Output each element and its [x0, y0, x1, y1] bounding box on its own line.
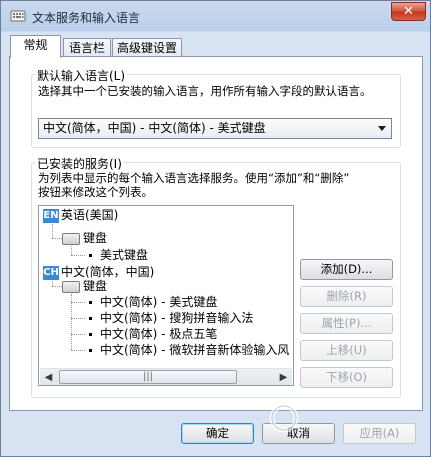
tree-language-label: 英语(美国): [61, 208, 119, 222]
bullet-icon: [89, 317, 92, 320]
tree-language-label: 中文(简体，中国): [61, 265, 155, 279]
ok-button[interactable]: 确定: [181, 423, 254, 444]
close-button[interactable]: ✕: [391, 2, 426, 21]
tree-service-label: 中文(简体) - 极点五笔: [100, 327, 218, 341]
tree-service-item[interactable]: 美式键盘: [89, 247, 148, 263]
tab-advanced-key-settings[interactable]: 高级键设置: [112, 38, 182, 58]
tree-keyboard-label: 键盘: [83, 279, 108, 293]
move-up-button[interactable]: 上移(U): [300, 340, 393, 361]
tab-language-bar[interactable]: 语言栏: [63, 38, 111, 58]
move-down-button[interactable]: 下移(O): [300, 367, 393, 388]
tree-language-english[interactable]: EN 英语(美国): [43, 207, 118, 223]
installed-services-label: 已安装的服务(I): [35, 155, 124, 172]
tree-service-item[interactable]: 中文(简体) - 极点五笔: [89, 326, 217, 342]
default-language-label: 默认输入语言(L): [35, 67, 128, 84]
tree-service-label: 中文(简体) - 微软拼音新体验输入风: [100, 343, 290, 357]
default-language-select[interactable]: 中文(简体，中国) - 中文(简体) - 美式键盘: [38, 118, 392, 139]
keyboard-icon: [62, 232, 80, 245]
tree-keyboard-english[interactable]: 键盘: [62, 230, 107, 246]
bullet-icon: [89, 301, 92, 304]
tree-keyboard-chinese[interactable]: 键盘: [62, 278, 107, 294]
bullet-icon: [89, 349, 92, 352]
scroll-left-icon[interactable]: ◀: [40, 369, 57, 385]
scroll-thumb[interactable]: |||: [59, 370, 237, 384]
default-language-value: 中文(简体，中国) - 中文(简体) - 美式键盘: [43, 121, 266, 135]
tree-service-item[interactable]: 中文(简体) - 搜狗拼音输入法: [89, 310, 253, 326]
default-language-description: 选择其中一个已安装的输入语言，用作所有输入字段的默认语言。: [38, 84, 372, 98]
properties-button[interactable]: 属性(P)...: [300, 313, 393, 334]
tree-service-label: 中文(简体) - 搜狗拼音输入法: [100, 311, 254, 325]
tree-service-label: 中文(简体) - 美式键盘: [100, 295, 218, 309]
tree-service-item[interactable]: 中文(简体) - 美式键盘: [89, 294, 217, 310]
bullet-icon: [89, 333, 92, 336]
close-icon: ✕: [403, 4, 414, 19]
installed-services-description-2: 按钮来修改这个列表。: [38, 185, 153, 199]
tree-keyboard-label: 键盘: [83, 231, 108, 245]
add-button[interactable]: 添加(D)...: [300, 259, 393, 280]
remove-button[interactable]: 删除(R): [300, 286, 393, 307]
language-badge: CH: [43, 265, 59, 280]
bullet-icon: [89, 254, 92, 257]
tree-service-label: 美式键盘: [100, 248, 149, 262]
window-title: 文本服务和输入语言: [32, 11, 141, 25]
chevron-down-icon: [378, 126, 386, 131]
installed-services-description-1: 为列表中显示的每个输入语言选择服务。使用“添加”和“删除”: [38, 171, 350, 185]
tree-service-item[interactable]: 中文(简体) - 微软拼音新体验输入风: [89, 342, 289, 358]
horizontal-scrollbar[interactable]: ◀ ||| ▶: [40, 368, 292, 385]
language-badge: EN: [43, 208, 59, 223]
watermark-gear-icon: [269, 403, 299, 433]
scroll-right-icon[interactable]: ▶: [275, 369, 292, 385]
keyboard-icon: [62, 280, 80, 293]
installed-services-tree[interactable]: EN 英语(美国) 键盘 美式键盘 CH 中文(简体，中国) 键盘 中文(简体) -…: [38, 205, 294, 386]
tab-general[interactable]: 常规: [10, 35, 61, 58]
app-icon: [10, 10, 26, 22]
